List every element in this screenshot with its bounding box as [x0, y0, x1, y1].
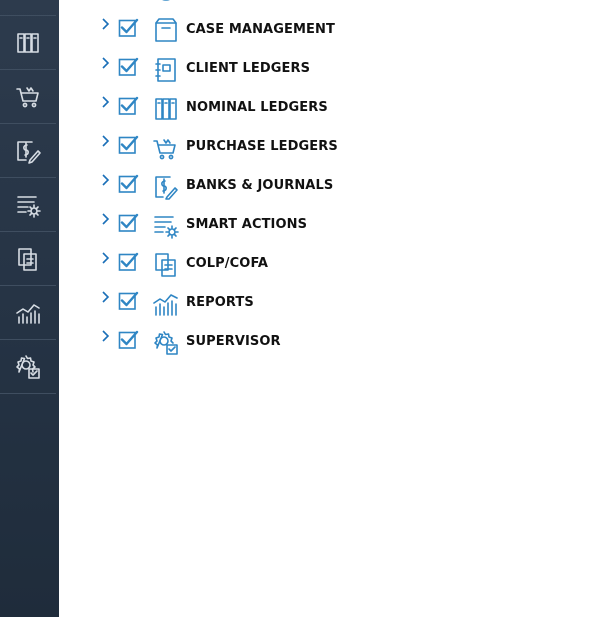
tree-row-label: COLP/COFA: [186, 256, 269, 271]
supervisor-icon: [153, 330, 179, 356]
smart-actions-icon: [153, 213, 179, 239]
nav-rail-item-reports[interactable]: [0, 286, 56, 340]
nav-rail-item-top[interactable]: [0, 0, 56, 16]
tree-row-label: PURCHASE LEDGERS: [186, 139, 338, 154]
shopping-cart-icon: [16, 86, 39, 107]
tree-row-label: CLIENT LEDGERS: [186, 61, 311, 76]
checkbox-case-management[interactable]: [118, 18, 139, 37]
tree-row-label: REPORTS: [186, 295, 254, 310]
expand-chevron-icon[interactable]: [99, 94, 111, 110]
checkbox-client-ledgers[interactable]: [118, 57, 139, 76]
nav-rail-item-supervisor[interactable]: [0, 340, 56, 394]
nav-rail-item-colp-cofa[interactable]: [0, 232, 56, 286]
checkbox-nominal-ledgers[interactable]: [118, 96, 139, 115]
tree-row-label: BANKS & JOURNALS: [186, 178, 334, 193]
reports-chart-icon: [16, 303, 40, 324]
nominal-ledgers-icon: [153, 96, 179, 122]
expand-chevron-icon[interactable]: [99, 211, 111, 227]
colp-cofa-icon: [153, 252, 179, 278]
nav-rail: [0, 0, 59, 617]
client-ledgers-icon: [153, 57, 179, 83]
checkbox-banks-journals[interactable]: [118, 174, 139, 193]
partial-top-icon: [153, 0, 179, 4]
shopping-cart-icon: [153, 135, 179, 161]
nav-rail-item-banks-journals[interactable]: [0, 124, 56, 178]
expand-chevron-icon[interactable]: [99, 250, 111, 266]
tree-row-label: CASE MANAGEMENT: [186, 22, 335, 37]
banks-journals-icon: [153, 174, 179, 200]
case-management-icon: [153, 18, 179, 44]
expand-chevron-icon[interactable]: [99, 172, 111, 188]
smart-actions-icon: [17, 195, 41, 218]
reports-chart-icon: [153, 291, 179, 317]
tree-row-label: SMART ACTIONS: [186, 217, 308, 232]
colp-cofa-icon: [18, 247, 37, 271]
module-tree: CASE MANAGEMENT CLIENT LEDGERS NOMINAL L…: [59, 0, 601, 617]
nav-rail-item-nominal-ledgers[interactable]: [0, 16, 56, 70]
layout-icon: [14, 0, 42, 3]
tree-row-label: NOMINAL LEDGERS: [186, 100, 328, 115]
expand-chevron-icon[interactable]: [99, 55, 111, 71]
checkbox-smart-actions[interactable]: [118, 213, 139, 232]
expand-chevron-icon[interactable]: [99, 133, 111, 149]
nav-rail-item-purchase-ledgers[interactable]: [0, 70, 56, 124]
expand-chevron-icon[interactable]: [99, 16, 111, 32]
banks-journals-icon: [17, 140, 41, 164]
checkbox-colp-cofa[interactable]: [118, 252, 139, 271]
checkbox-supervisor[interactable]: [118, 330, 139, 349]
nav-rail-item-smart-actions[interactable]: [0, 178, 56, 232]
checkbox-purchase-ledgers[interactable]: [118, 135, 139, 154]
expand-chevron-icon[interactable]: [99, 289, 111, 305]
nominal-ledgers-icon: [17, 32, 39, 53]
checkbox-reports[interactable]: [118, 291, 139, 310]
tree-row-label: SUPERVISOR: [186, 334, 281, 349]
tree-row-supervisor[interactable]: SUPERVISOR: [59, 330, 579, 373]
expand-chevron-icon[interactable]: [99, 328, 111, 344]
supervisor-icon: [16, 354, 40, 379]
